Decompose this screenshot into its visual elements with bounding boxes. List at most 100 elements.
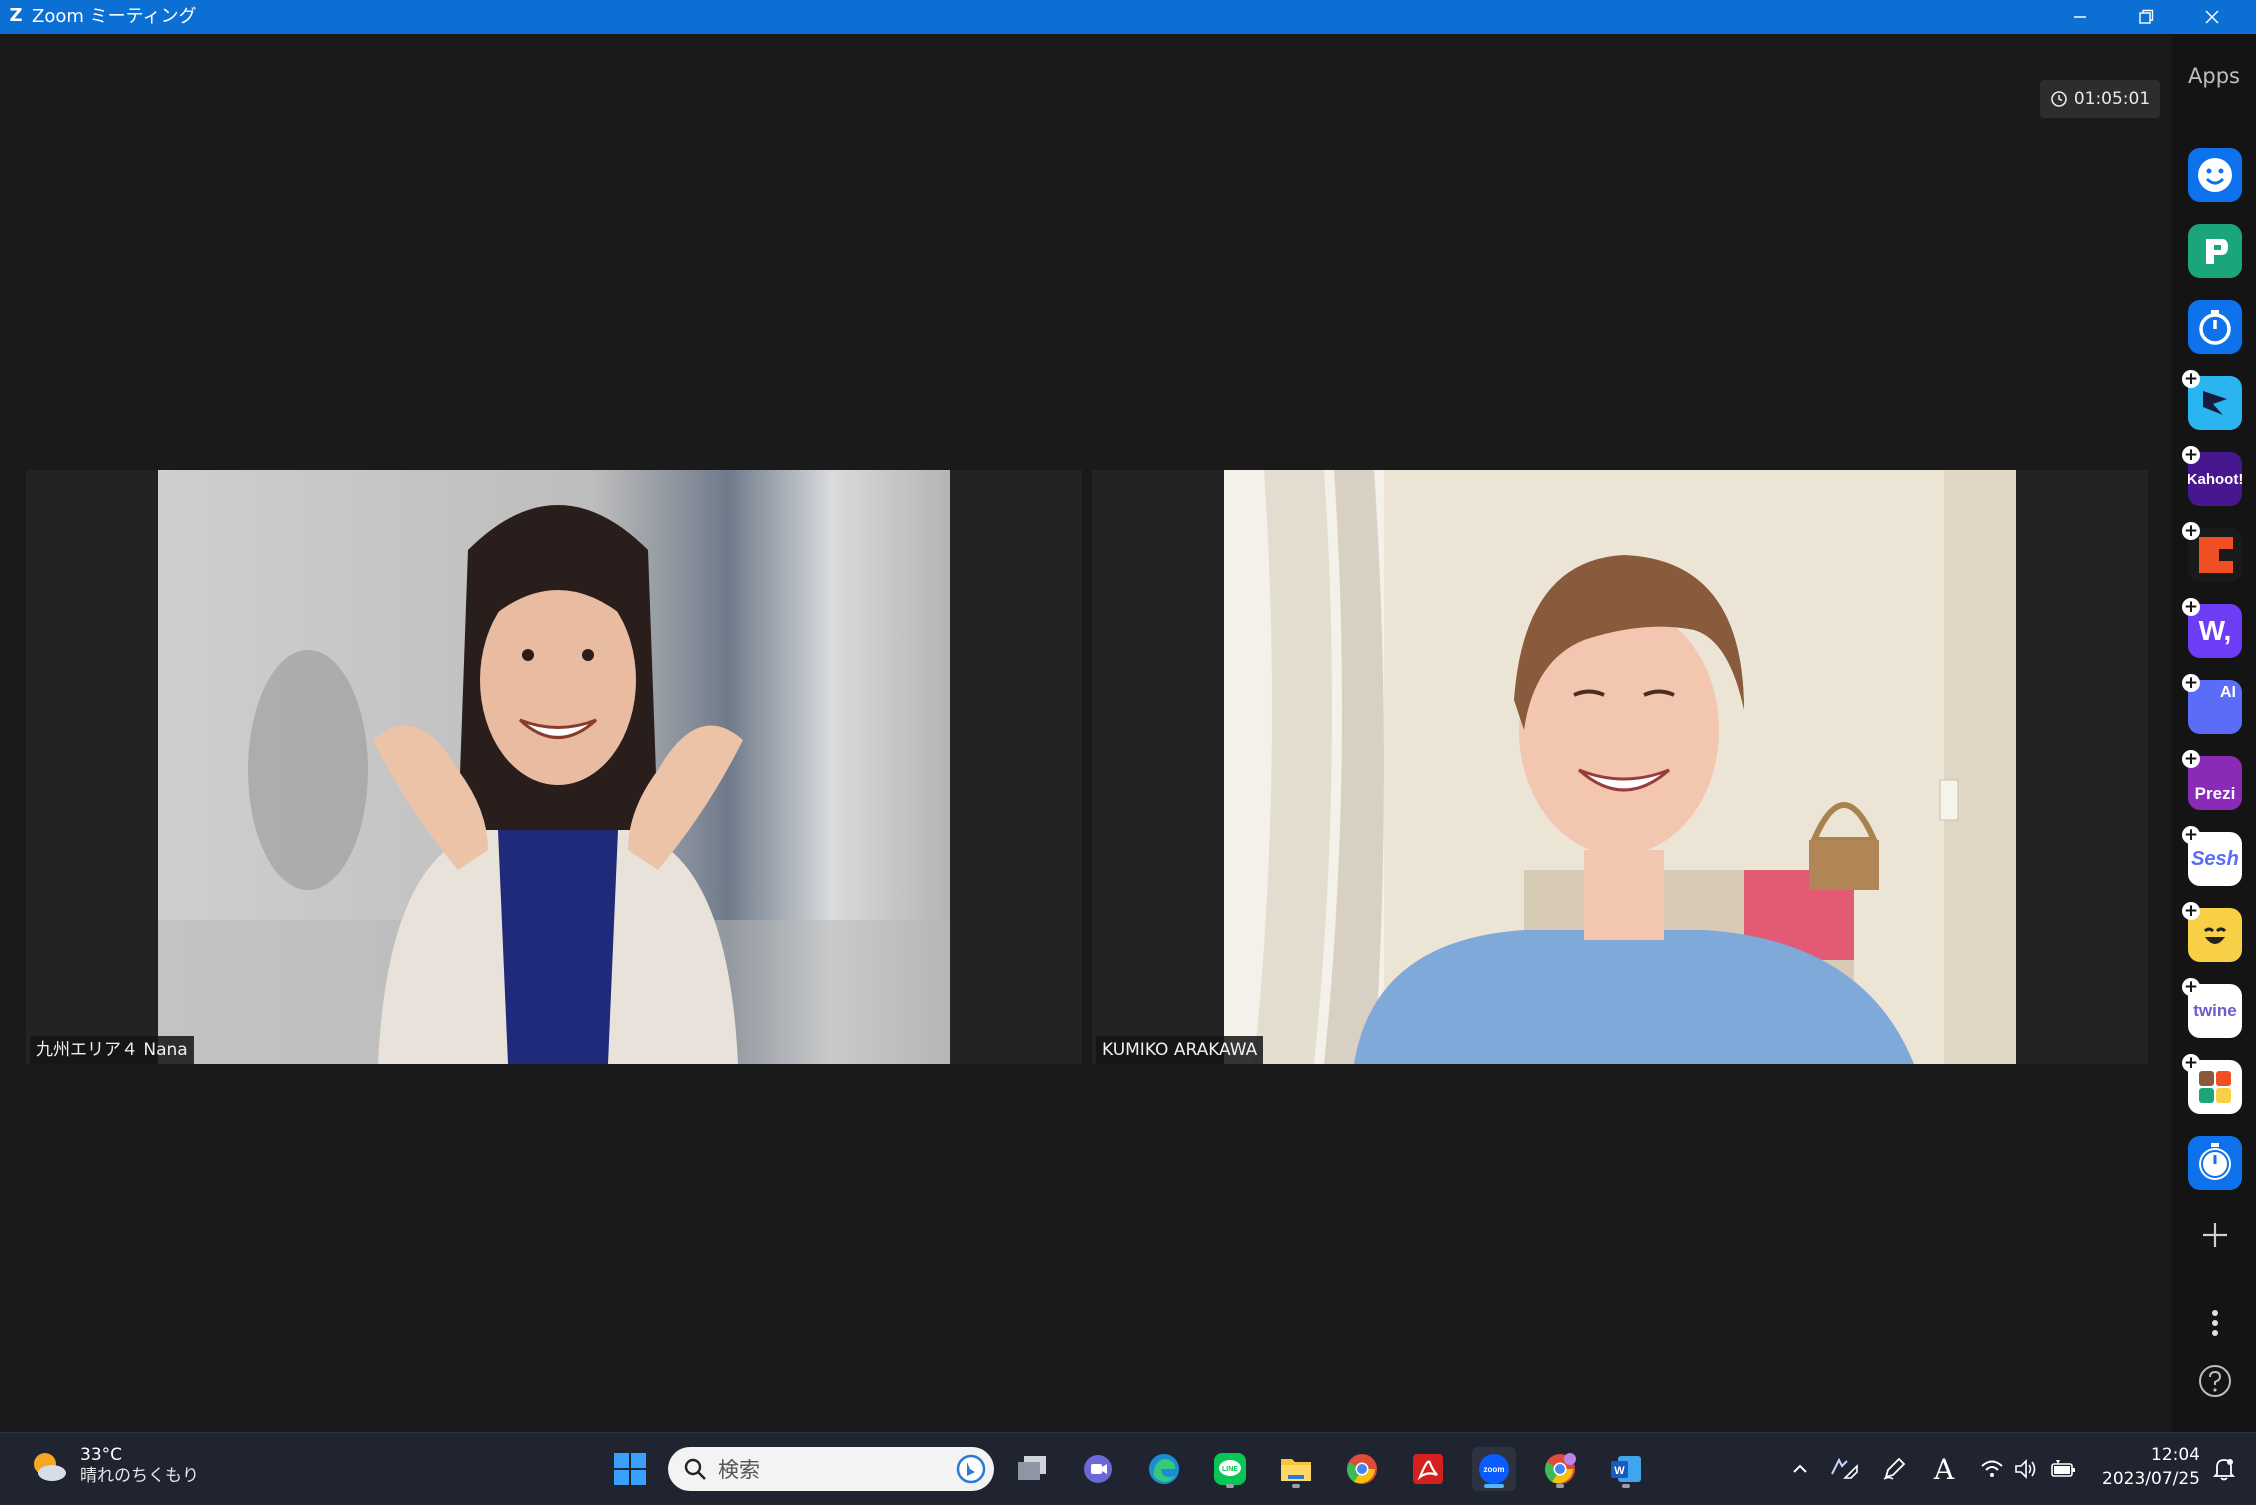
notifications-button[interactable] — [2206, 1447, 2242, 1491]
clock-time: 12:04 — [2151, 1445, 2200, 1465]
zoom-icon: zoom — [1479, 1454, 1509, 1484]
wifi-button[interactable] — [1976, 1447, 2008, 1491]
add-app-button[interactable] — [2190, 1210, 2240, 1260]
task-view-button[interactable] — [1010, 1447, 1054, 1491]
word-button[interactable]: W — [1604, 1447, 1648, 1491]
active-indicator — [1484, 1484, 1504, 1488]
show-hidden-icons-button[interactable] — [1786, 1447, 1814, 1491]
close-icon — [2205, 10, 2219, 24]
clock-icon — [2051, 91, 2067, 107]
wifi-icon — [1981, 1460, 2003, 1477]
search-icon — [684, 1458, 706, 1480]
running-indicator — [1292, 1484, 1300, 1488]
restore-button[interactable] — [2114, 0, 2178, 34]
taskbar: 33°C 晴れのちくもり 検索 LINE zoom W A 12:04 2023… — [0, 1432, 2256, 1505]
teams-chat-button[interactable] — [1076, 1447, 1120, 1491]
ime-mode-button[interactable]: A — [1926, 1447, 1962, 1491]
add-app-badge: + — [2182, 1053, 2200, 1073]
participant-video-2 — [1224, 470, 2016, 1064]
participant-name-1: 九州エリア４ Nana — [30, 1036, 194, 1064]
pen-menu-button[interactable] — [1876, 1447, 1912, 1491]
weather-temp: 33°C — [80, 1445, 123, 1465]
add-app-badge: + — [2182, 445, 2200, 465]
elapsed-time: 01:05:01 — [2073, 89, 2151, 109]
weather-condition: 晴れのちくもり — [80, 1466, 199, 1486]
search-placeholder: 検索 — [718, 1458, 760, 1482]
add-app-badge: + — [2182, 825, 2200, 845]
title-bar: Z Zoom ミーティング — [0, 0, 2256, 34]
participant-photo-2 — [1224, 470, 2016, 1064]
word-icon: W — [1611, 1456, 1641, 1482]
chrome-button[interactable] — [1340, 1447, 1384, 1491]
svg-text:LINE: LINE — [1222, 1466, 1238, 1473]
running-indicator — [1226, 1484, 1234, 1488]
add-app-badge: + — [2182, 369, 2200, 389]
chat-icon — [1084, 1455, 1112, 1483]
acrobat-icon — [1413, 1454, 1443, 1484]
meeting-stage: 01:05:01 九州エリア４ Nana KUMIKO ARAKAWA — [0, 34, 2172, 1432]
pen-icon — [1883, 1457, 1906, 1480]
participant-photo-1 — [158, 470, 950, 1064]
input-tools-button[interactable] — [1826, 1447, 1862, 1491]
system-clock[interactable]: 12:04 2023/07/25 — [2090, 1443, 2200, 1491]
running-indicator — [1556, 1484, 1564, 1488]
zoom-taskbar-button[interactable]: zoom — [1472, 1447, 1516, 1491]
close-button[interactable] — [2180, 0, 2244, 34]
edge-icon — [1149, 1454, 1179, 1484]
chrome-profile-button[interactable] — [1538, 1447, 1582, 1491]
battery-button[interactable] — [2046, 1447, 2082, 1491]
taskbar-search[interactable]: 検索 — [668, 1447, 994, 1491]
weather-widget[interactable]: 33°C 晴れのちくもり — [28, 1445, 199, 1487]
video-tile-1[interactable]: 九州エリア４ Nana — [26, 470, 1082, 1064]
add-app-badge: + — [2182, 901, 2200, 921]
more-options-button[interactable] — [2190, 1298, 2240, 1348]
svg-text:zoom: zoom — [1484, 1465, 1505, 1474]
line-app-button[interactable]: LINE — [1208, 1447, 1252, 1491]
participant-video-1 — [158, 470, 950, 1064]
minimize-icon — [2074, 16, 2086, 18]
volume-button[interactable] — [2010, 1447, 2042, 1491]
plus-icon — [2203, 1223, 2227, 1247]
add-app-badge: + — [2182, 749, 2200, 769]
folder-icon — [1281, 1459, 1311, 1481]
stopwatch-app-icon[interactable] — [2188, 300, 2242, 354]
apps-panel-title: Apps — [2188, 64, 2240, 88]
volume-icon — [2015, 1459, 2036, 1479]
add-app-badge: + — [2182, 521, 2200, 541]
alarm-clock-app-icon[interactable] — [2188, 1136, 2242, 1190]
running-indicator — [1622, 1484, 1630, 1488]
help-icon — [2199, 1365, 2231, 1397]
add-app-badge: + — [2182, 597, 2200, 617]
help-button[interactable] — [2190, 1356, 2240, 1406]
video-tile-2[interactable]: KUMIKO ARAKAWA — [1092, 470, 2148, 1064]
smiley-app-icon[interactable] — [2188, 148, 2242, 202]
vertical-dots-icon — [2212, 1310, 2218, 1336]
restore-icon — [2139, 9, 2154, 24]
chrome-profile-icon — [1545, 1453, 1576, 1484]
window-title: Zoom ミーティング — [32, 6, 197, 27]
edge-button[interactable] — [1142, 1447, 1186, 1491]
clock-date: 2023/07/25 — [2102, 1469, 2200, 1489]
participant-name-2: KUMIKO ARAKAWA — [1096, 1036, 1264, 1064]
notification-bell-icon — [2212, 1459, 2236, 1481]
file-explorer-button[interactable] — [1274, 1447, 1318, 1491]
start-button[interactable] — [608, 1447, 652, 1491]
chevron-up-icon — [1793, 1464, 1807, 1473]
p-docs-app-icon[interactable] — [2188, 224, 2242, 278]
acrobat-button[interactable] — [1406, 1447, 1450, 1491]
line-icon: LINE — [1214, 1453, 1246, 1485]
windows-icon — [614, 1453, 646, 1485]
minimize-button[interactable] — [2048, 0, 2112, 34]
zoom-logo-icon: Z — [9, 5, 23, 26]
partly-cloudy-icon — [34, 1453, 66, 1481]
pen-input-icon — [1831, 1457, 1858, 1479]
task-view-icon — [1018, 1456, 1046, 1480]
meeting-timer: 01:05:01 — [2040, 80, 2160, 118]
add-app-badge: + — [2182, 673, 2200, 693]
battery-charging-icon — [2051, 1460, 2075, 1477]
svg-text:W: W — [1614, 1465, 1625, 1477]
add-app-badge: + — [2182, 977, 2200, 997]
chrome-icon — [1347, 1454, 1377, 1484]
apps-panel: Apps + Kahoot! + + W, + AI + Prezi + Ses… — [2172, 34, 2256, 1432]
bing-icon — [956, 1454, 986, 1484]
